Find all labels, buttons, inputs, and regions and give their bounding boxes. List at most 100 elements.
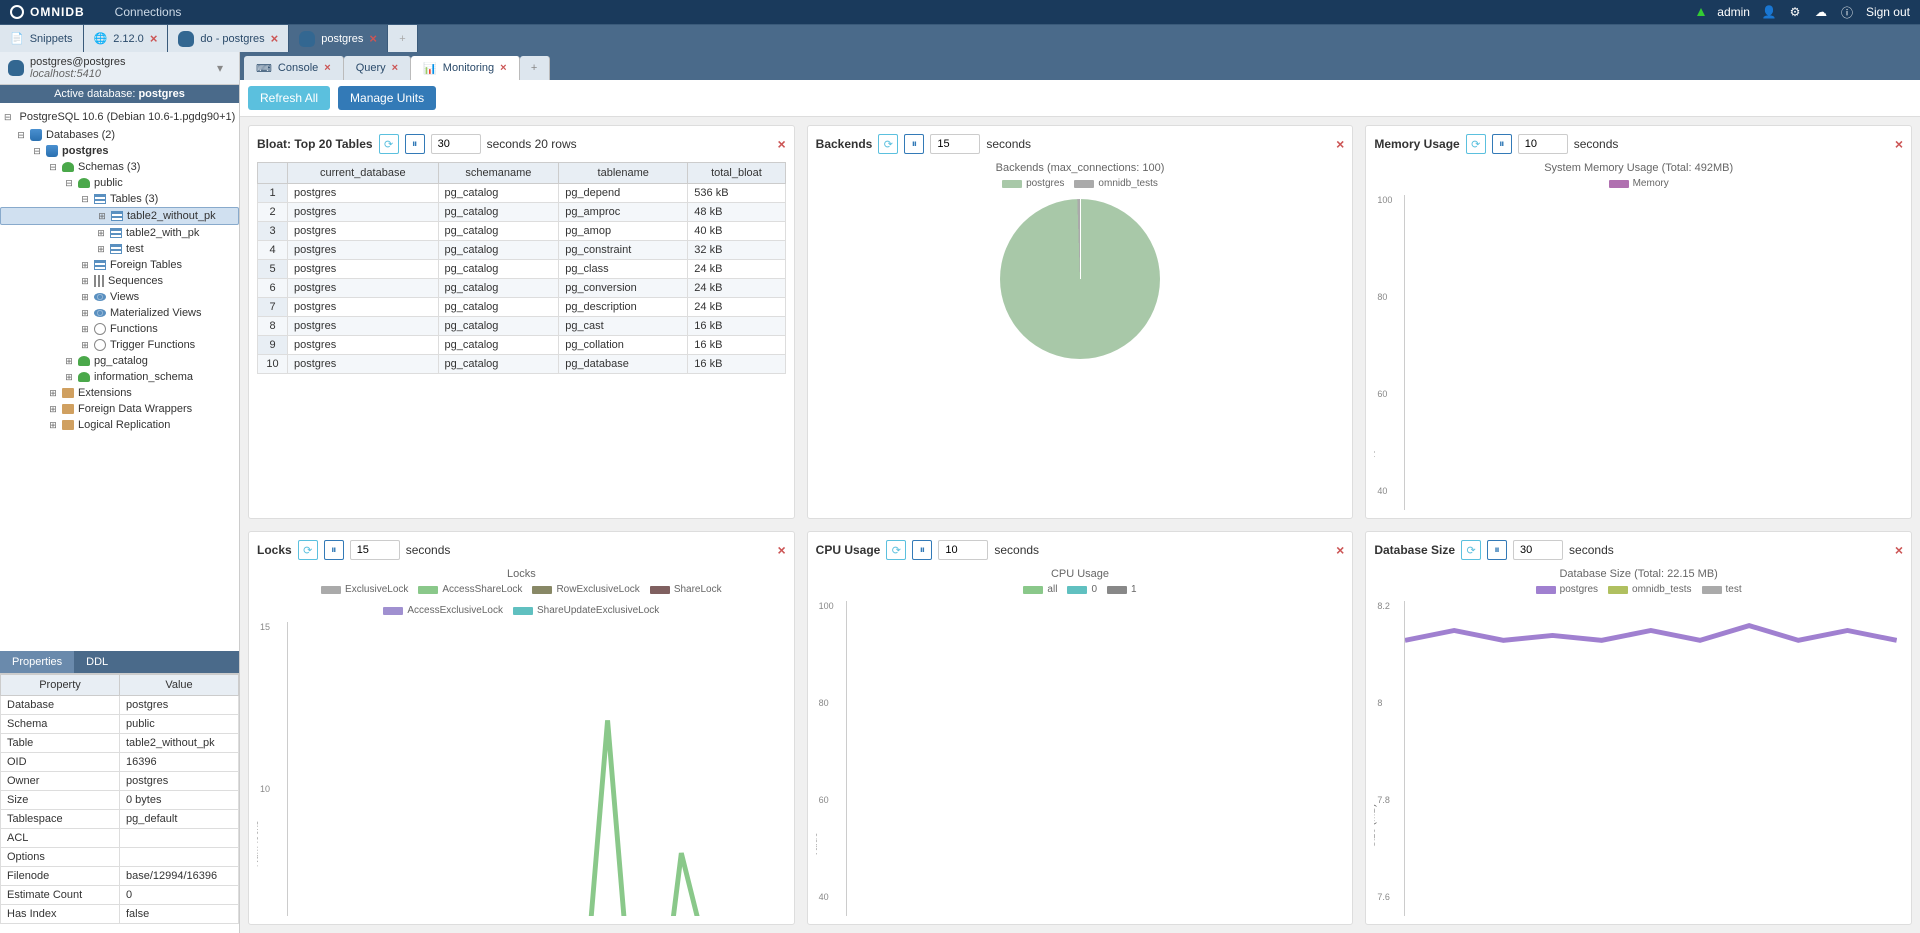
expand-icon[interactable]: ⊞: [80, 260, 90, 271]
interval-input[interactable]: [1518, 134, 1568, 154]
collapse-icon[interactable]: ⊟: [16, 130, 26, 141]
expand-icon[interactable]: ⊞: [80, 308, 90, 319]
tab-add[interactable]: +: [520, 56, 550, 80]
table-cell: postgres: [288, 203, 439, 222]
expand-icon[interactable]: ⊞: [80, 340, 90, 351]
signout-link[interactable]: Sign out: [1866, 5, 1910, 19]
panel-close-icon[interactable]: ×: [1336, 542, 1344, 558]
tree-extensions[interactable]: ⊞Extensions: [0, 385, 239, 401]
info-icon[interactable]: ⓘ: [1840, 5, 1854, 19]
collapse-icon[interactable]: ⊟: [32, 146, 42, 157]
panel-close-icon[interactable]: ×: [777, 542, 785, 558]
tree-schema-info[interactable]: ⊞information_schema: [0, 369, 239, 385]
tree-schema-pgcatalog[interactable]: ⊞pg_catalog: [0, 353, 239, 369]
expand-icon[interactable]: ⊞: [64, 356, 74, 367]
tree-table-t3[interactable]: ⊞test: [0, 241, 239, 257]
view-icon: [94, 309, 106, 317]
close-icon[interactable]: ×: [369, 31, 377, 46]
pause-icon[interactable]: ⏸: [405, 134, 425, 154]
collapse-icon[interactable]: ⊟: [80, 194, 90, 205]
expand-icon[interactable]: ⊞: [97, 211, 107, 222]
conntab-do-postgres[interactable]: do - postgres ×: [168, 25, 289, 52]
refresh-all-button[interactable]: Refresh All: [248, 86, 330, 110]
refresh-icon[interactable]: ⟳: [298, 540, 318, 560]
props-value: pg_default: [120, 810, 239, 829]
close-icon[interactable]: ×: [392, 62, 398, 74]
close-icon[interactable]: ×: [150, 31, 158, 46]
collapse-icon[interactable]: ⊟: [4, 112, 12, 123]
user-icon[interactable]: 👤: [1762, 5, 1776, 19]
tree-schema-public[interactable]: ⊟public: [0, 175, 239, 191]
pause-icon[interactable]: ⏸: [912, 540, 932, 560]
tree-logical-repl[interactable]: ⊞Logical Replication: [0, 417, 239, 433]
props-tab-properties[interactable]: Properties: [0, 651, 74, 673]
refresh-icon[interactable]: ⟳: [886, 540, 906, 560]
connections-link[interactable]: Connections: [115, 5, 182, 19]
expand-icon[interactable]: ⊞: [48, 388, 58, 399]
tree-db-postgres[interactable]: ⊟postgres: [0, 143, 239, 159]
close-icon[interactable]: ×: [324, 62, 330, 74]
collapse-icon[interactable]: ⊟: [48, 162, 58, 173]
refresh-icon[interactable]: ⟳: [878, 134, 898, 154]
expand-icon[interactable]: ⊞: [80, 292, 90, 303]
conntab-version[interactable]: 🌐 2.12.0 ×: [84, 25, 169, 52]
tab-console[interactable]: ⌨ Console ×: [244, 56, 344, 80]
refresh-icon[interactable]: ⟳: [379, 134, 399, 154]
tree-sequences[interactable]: ⊞Sequences: [0, 273, 239, 289]
table-cell: postgres: [288, 317, 439, 336]
cloud-icon[interactable]: ☁: [1814, 5, 1828, 19]
manage-units-button[interactable]: Manage Units: [338, 86, 436, 110]
close-icon[interactable]: ×: [271, 31, 279, 46]
tab-monitoring[interactable]: 📊 Monitoring ×: [411, 56, 520, 80]
tree-trigger-functions[interactable]: ⊞Trigger Functions: [0, 337, 239, 353]
legend-item: test: [1726, 584, 1742, 595]
tree-functions[interactable]: ⊞Functions: [0, 321, 239, 337]
tree-table-t2[interactable]: ⊞table2_with_pk: [0, 225, 239, 241]
tree-fdw[interactable]: ⊞Foreign Data Wrappers: [0, 401, 239, 417]
tree-foreign-tables[interactable]: ⊞Foreign Tables: [0, 257, 239, 273]
tree-tables[interactable]: ⊟Tables (3): [0, 191, 239, 207]
props-key: Has Index: [1, 905, 120, 924]
tree-label: Materialized Views: [110, 307, 202, 319]
interval-input[interactable]: [1513, 540, 1563, 560]
pause-icon[interactable]: ⏸: [1492, 134, 1512, 154]
tree-table-t1[interactable]: ⊞table2_without_pk: [0, 207, 239, 225]
panel-close-icon[interactable]: ×: [777, 136, 785, 152]
interval-input[interactable]: [431, 134, 481, 154]
conn-dropdown[interactable]: ▾: [209, 61, 231, 75]
expand-icon[interactable]: ⊞: [80, 276, 90, 287]
table-cell: postgres: [288, 336, 439, 355]
interval-input[interactable]: [938, 540, 988, 560]
expand-icon[interactable]: ⊞: [64, 372, 74, 383]
tree-databases[interactable]: ⊟Databases (2): [0, 127, 239, 143]
tab-query[interactable]: Query ×: [344, 56, 411, 80]
conntab-postgres-active[interactable]: postgres ×: [289, 25, 388, 52]
collapse-icon[interactable]: ⊟: [64, 178, 74, 189]
pause-icon[interactable]: ⏸: [904, 134, 924, 154]
panel-close-icon[interactable]: ×: [1895, 542, 1903, 558]
tree-mat-views[interactable]: ⊞ Materialized Views: [0, 305, 239, 321]
expand-icon[interactable]: ⊞: [48, 420, 58, 431]
interval-input[interactable]: [930, 134, 980, 154]
expand-icon[interactable]: ⊞: [96, 244, 106, 255]
expand-icon[interactable]: ⊞: [80, 324, 90, 335]
expand-icon[interactable]: ⊞: [96, 228, 106, 239]
pause-icon[interactable]: ⏸: [1487, 540, 1507, 560]
props-tab-ddl[interactable]: DDL: [74, 651, 120, 673]
refresh-icon[interactable]: ⟳: [1466, 134, 1486, 154]
refresh-icon[interactable]: ⟳: [1461, 540, 1481, 560]
table-cell: pg_catalog: [438, 336, 559, 355]
interval-input[interactable]: [350, 540, 400, 560]
tree-views[interactable]: ⊞Views: [0, 289, 239, 305]
chart-icon: 📊: [423, 62, 437, 75]
conntab-add[interactable]: +: [388, 25, 418, 52]
conntab-snippets[interactable]: 📄 Snippets: [0, 25, 84, 52]
pause-icon[interactable]: ⏸: [324, 540, 344, 560]
panel-close-icon[interactable]: ×: [1336, 136, 1344, 152]
close-icon[interactable]: ×: [500, 62, 506, 74]
panel-close-icon[interactable]: ×: [1895, 136, 1903, 152]
expand-icon[interactable]: ⊞: [48, 404, 58, 415]
tree-schemas[interactable]: ⊟Schemas (3): [0, 159, 239, 175]
gear-icon[interactable]: ⚙: [1788, 5, 1802, 19]
tree-server[interactable]: ⊟PostgreSQL 10.6 (Debian 10.6-1.pgdg90+1…: [0, 107, 239, 127]
